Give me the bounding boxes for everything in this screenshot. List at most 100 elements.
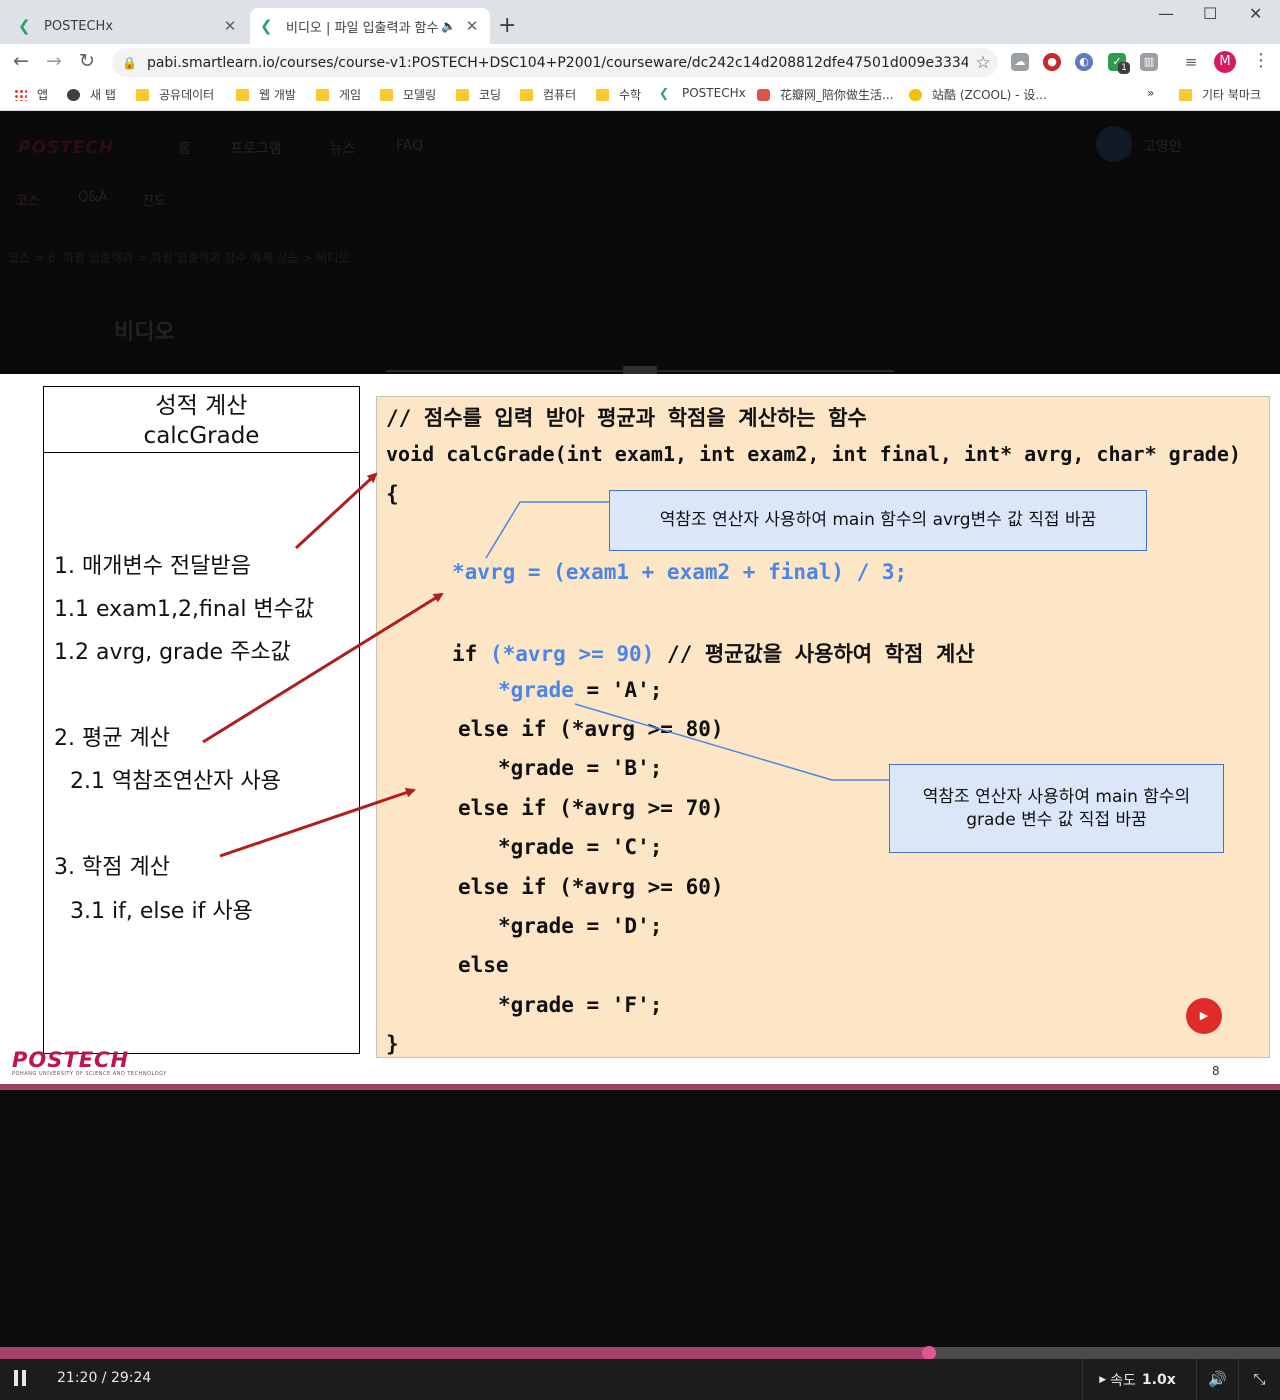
close-tab-icon[interactable]: ✕	[464, 17, 480, 35]
smartlearn-icon: ❮	[18, 17, 31, 35]
tab-title: 비디오 | 파일 입출력과 함수	[286, 20, 439, 36]
smartlearn-icon: ❮	[260, 17, 273, 35]
extension-badge: 1	[1118, 62, 1130, 74]
bookmark-label: 앱	[37, 88, 49, 102]
folder-icon	[316, 88, 329, 101]
apps-grid-icon	[14, 88, 27, 101]
bookmark-label: POSTECHx	[682, 86, 746, 100]
user-avatar[interactable]	[1096, 126, 1132, 162]
tab-video[interactable]: ❮ 비디오 | 파일 입출력과 함수 🔈 ✕	[250, 8, 490, 44]
minimize-button[interactable]: —	[1158, 4, 1174, 23]
bookmark-folder[interactable]: 공유데이터	[136, 86, 214, 103]
bookmark-folder[interactable]: 게임	[316, 86, 361, 103]
slide-bottom-band	[0, 1084, 1280, 1090]
bookmark-label: 모델링	[403, 88, 437, 102]
volume-icon[interactable]: 🔊	[1196, 1359, 1238, 1400]
bookmark-folder[interactable]: 웹 개발	[236, 86, 296, 103]
address-bar[interactable]: 🔒 pabi.smartlearn.io/courses/course-v1:P…	[112, 48, 998, 77]
reader-extension-icon[interactable]: ▥	[1140, 53, 1158, 71]
nav-home[interactable]: 홈	[178, 138, 191, 158]
media-control-icon[interactable]: ≡	[1182, 53, 1200, 71]
speed-label: 속도	[1110, 1372, 1136, 1389]
exit-fullscreen-icon[interactable]: ⤡	[1238, 1359, 1280, 1400]
page-overlay: POSTECH 홈 프로그램 뉴스 FAQ 고영인 코스 Q&A 진도 코스 >…	[0, 112, 1280, 374]
bookmark-folder[interactable]: 수학	[596, 86, 641, 103]
leader-avrg	[485, 501, 609, 559]
speed-button[interactable]: ▶ 속도 1.0x	[1082, 1359, 1192, 1400]
tab-postechx[interactable]: ❮ POSTECHx ✕	[8, 8, 248, 44]
pause-icon[interactable]	[14, 1370, 28, 1388]
bookmark-label: 수학	[619, 88, 642, 102]
page-title: 비디오	[114, 320, 175, 345]
nav-faq[interactable]: FAQ	[396, 138, 423, 154]
site-logo[interactable]: POSTECH	[18, 138, 114, 158]
folder-icon	[1179, 88, 1192, 101]
subnav-course[interactable]: 코스	[16, 190, 40, 209]
subnav-progress[interactable]: 진도	[142, 190, 166, 209]
arrows-overlay	[202, 472, 889, 858]
folder-icon	[380, 88, 393, 101]
huaban-icon	[757, 88, 770, 101]
back-arrow-icon[interactable]: ←	[13, 50, 29, 72]
globe-icon	[67, 88, 80, 101]
reload-icon[interactable]: ↻	[79, 50, 95, 72]
new-tab-button[interactable]: +	[498, 13, 516, 38]
nav-news[interactable]: 뉴스	[330, 138, 356, 158]
leader-grade	[574, 703, 889, 781]
bookmark-label: 컴퓨터	[543, 88, 577, 102]
bookmark-apps[interactable]: 앱	[14, 86, 48, 103]
bookmark-folder[interactable]: 코딩	[456, 86, 501, 103]
smartlearn-icon: ❮	[659, 86, 670, 100]
bookmark-label: 게임	[339, 88, 362, 102]
url-text: pabi.smartlearn.io/courses/course-v1:POS…	[146, 54, 968, 71]
bookmark-other[interactable]: 기타 북마크	[1179, 86, 1261, 103]
bookmark-zcool[interactable]: 站酷 (ZCOOL) - 设...	[909, 86, 1047, 103]
bookmark-star-icon[interactable]: ☆	[968, 53, 998, 73]
progress-fill	[0, 1347, 929, 1359]
presenter-badge-icon: ▶	[1186, 998, 1222, 1034]
bookmark-label: 웹 개발	[259, 88, 296, 102]
user-name[interactable]: 고영인	[1143, 136, 1182, 156]
time-display: 21:20 / 29:24	[57, 1370, 152, 1386]
bookmarks-overflow[interactable]: »	[1147, 86, 1154, 100]
bookmark-label: 공유데이터	[159, 88, 215, 102]
profile-avatar[interactable]: M	[1214, 51, 1236, 73]
video-progress-bar[interactable]	[0, 1346, 1280, 1360]
bookmark-label: 花瓣网_陪你做生活...	[780, 88, 894, 102]
folder-icon	[236, 88, 249, 101]
bookmark-folder[interactable]: 컴퓨터	[520, 86, 576, 103]
subnav-qa[interactable]: Q&A	[78, 190, 107, 205]
maximize-button[interactable]: ☐	[1203, 4, 1217, 23]
play-triangle-icon: ▶	[1099, 1374, 1107, 1385]
slide-page-number: 8	[1212, 1064, 1220, 1078]
tab-strip: ❮ POSTECHx ✕ ❮ 비디오 | 파일 입출력과 함수 🔈 ✕ + — …	[0, 0, 1280, 44]
bookmark-folder[interactable]: 모델링	[380, 86, 436, 103]
forward-arrow-icon[interactable]: →	[46, 50, 62, 72]
cloud-extension-icon[interactable]: ☁	[1011, 53, 1029, 71]
tab-title: POSTECHx	[44, 18, 114, 34]
zcool-icon	[909, 88, 922, 101]
close-window-button[interactable]: ✕	[1249, 4, 1262, 23]
speaker-icon[interactable]: 🔈	[441, 19, 456, 33]
close-tab-icon[interactable]: ✕	[222, 17, 238, 35]
video-controls: 21:20 / 29:24 ▶ 속도 1.0x 🔊 ⤡	[0, 1359, 1280, 1400]
bookmark-newtab[interactable]: 새 탭	[67, 86, 116, 103]
breadcrumb: 코스 > 6. 파일 입출력과 > 파일 입출력과 함수 예제 실습 > 비디오	[8, 251, 350, 265]
bookmark-label: 코딩	[479, 88, 502, 102]
bookmark-label: 기타 북마크	[1202, 88, 1262, 102]
more-menu-icon[interactable]: ⋮	[1252, 50, 1270, 71]
video-frame[interactable]: 성적 계산 calcGrade 1. 매개변수 전달받음 1.1 exam1,2…	[0, 374, 1280, 1090]
bookmark-huaban[interactable]: 花瓣网_陪你做生活...	[757, 86, 893, 103]
bookmarks-bar: 앱 새 탭 공유데이터 웹 개발 게임 모델링 코딩 컴퓨터 수학 ❮ POSTE…	[0, 80, 1280, 111]
folder-icon	[136, 88, 149, 101]
dictionary-extension-icon[interactable]: ◐	[1075, 53, 1093, 71]
bookmark-postechx[interactable]: ❮ POSTECHx	[659, 86, 746, 100]
nav-program[interactable]: 프로그램	[230, 138, 282, 158]
progress-scrubber[interactable]	[921, 1346, 936, 1360]
bookmark-label: 새 탭	[90, 88, 116, 102]
folder-icon	[596, 88, 609, 101]
speed-value: 1.0x	[1141, 1371, 1176, 1388]
drag-handle[interactable]	[623, 366, 657, 374]
adblock-extension-icon[interactable]: ●	[1043, 53, 1061, 71]
arrow-params	[294, 472, 378, 550]
